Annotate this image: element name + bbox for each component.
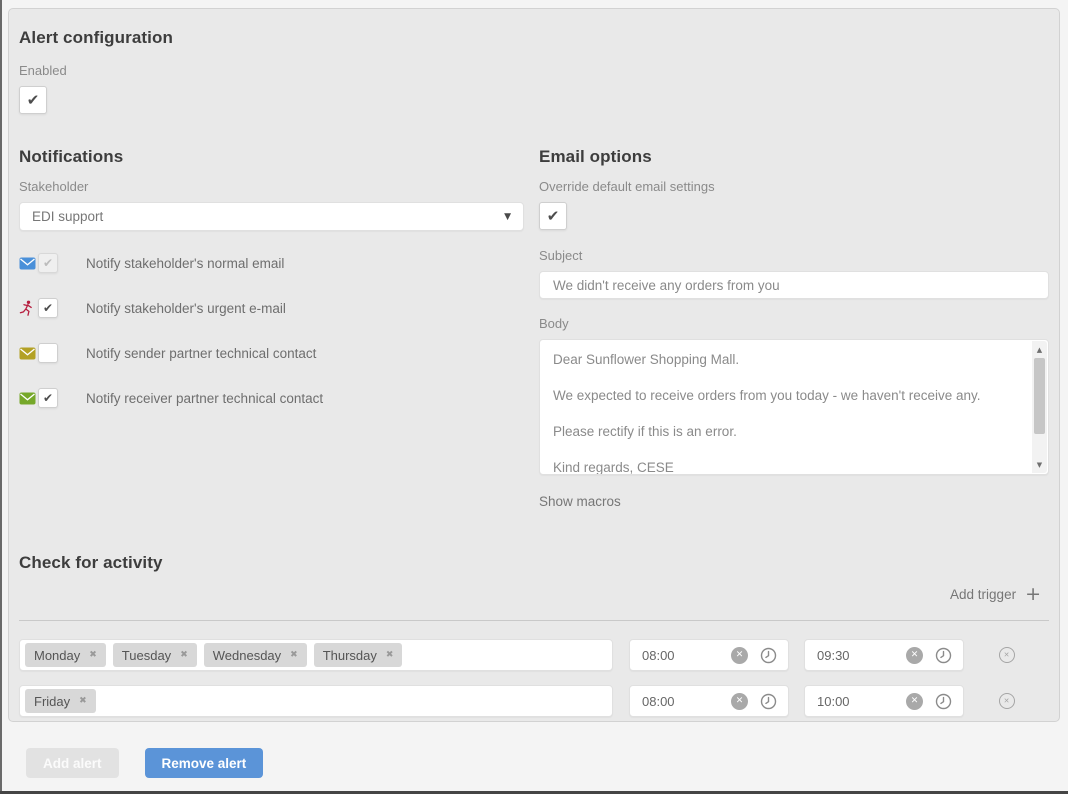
notify-sender-contact-label: Notify sender partner technical contact <box>70 346 316 361</box>
day-chip-label: Monday <box>34 648 80 663</box>
add-trigger-button[interactable]: Add trigger + <box>19 585 1049 604</box>
chip-remove-icon[interactable]: ✖ <box>79 696 87 706</box>
remove-trigger-icon[interactable]: ✕ <box>999 693 1015 709</box>
notify-sender-contact-checkbox[interactable] <box>38 343 58 363</box>
trigger-row: Friday ✖ ✕ ✕ ✕ <box>19 685 1049 717</box>
body-textarea-wrap: Dear Sunflower Shopping Mall. We expecte… <box>539 339 1049 475</box>
chip-remove-icon[interactable]: ✖ <box>386 650 394 660</box>
override-email-checkbox[interactable]: ✔ <box>539 202 567 230</box>
notify-urgent-email-label: Notify stakeholder's urgent e-mail <box>70 301 286 316</box>
notify-receiver-contact-checkbox[interactable]: ✔ <box>38 388 58 408</box>
time-from-field: ✕ <box>629 639 789 671</box>
check-for-activity-title: Check for activity <box>19 553 1049 573</box>
divider <box>19 620 1049 621</box>
clock-icon[interactable] <box>760 647 777 664</box>
notify-sender-contact-row: Notify sender partner technical contact <box>19 343 524 363</box>
chip-remove-icon[interactable]: ✖ <box>180 650 188 660</box>
day-chip: Monday ✖ <box>25 643 106 667</box>
days-multiselect-input[interactable]: Monday ✖ Tuesday ✖ Wednesday ✖ Thursday … <box>19 639 613 671</box>
day-chip: Thursday ✖ <box>314 643 403 667</box>
yellow-envelope-icon <box>19 347 37 360</box>
stakeholder-label: Stakeholder <box>19 179 524 194</box>
chip-remove-icon[interactable]: ✖ <box>290 650 298 660</box>
notifications-section: Notifications Stakeholder EDI support ▼ … <box>19 147 524 511</box>
clock-icon[interactable] <box>935 647 952 664</box>
notify-receiver-contact-label: Notify receiver partner technical contac… <box>70 391 323 406</box>
day-chip-label: Tuesday <box>122 648 171 663</box>
chip-remove-icon[interactable]: ✖ <box>89 650 97 660</box>
add-trigger-label: Add trigger <box>950 587 1016 602</box>
time-from-input[interactable] <box>630 694 716 709</box>
notify-normal-email-label: Notify stakeholder's normal email <box>70 256 284 271</box>
body-scrollbar[interactable]: ▲ ▼ <box>1032 341 1047 473</box>
time-from-input[interactable] <box>630 648 716 663</box>
clear-time-icon[interactable]: ✕ <box>731 693 748 710</box>
enabled-label: Enabled <box>19 63 1049 78</box>
day-chip: Wednesday ✖ <box>204 643 307 667</box>
green-envelope-icon <box>19 392 37 405</box>
clock-icon[interactable] <box>760 693 777 710</box>
notify-normal-email-checkbox[interactable]: ✔ <box>38 253 58 273</box>
day-chip: Tuesday ✖ <box>113 643 197 667</box>
notification-options: ✔ Notify stakeholder's normal email ✔ <box>19 253 524 408</box>
body-textarea[interactable]: Dear Sunflower Shopping Mall. We expecte… <box>540 340 1048 474</box>
trigger-row: Monday ✖ Tuesday ✖ Wednesday ✖ Thursday … <box>19 639 1049 671</box>
chevron-down-icon: ▼ <box>504 212 511 222</box>
checkmark-icon: ✔ <box>43 257 53 269</box>
urgent-runner-icon <box>19 300 37 317</box>
time-to-field: ✕ <box>804 639 964 671</box>
remove-trigger-wrap: ✕ <box>964 647 1049 663</box>
checkmark-icon: ✔ <box>547 209 560 224</box>
clock-icon[interactable] <box>935 693 952 710</box>
remove-trigger-icon[interactable]: ✕ <box>999 647 1015 663</box>
scroll-down-icon[interactable]: ▼ <box>1032 457 1047 472</box>
enabled-checkbox[interactable]: ✔ <box>19 86 47 114</box>
time-from-field: ✕ <box>629 685 789 717</box>
time-to-input[interactable] <box>805 694 891 709</box>
clear-time-icon[interactable]: ✕ <box>906 647 923 664</box>
columns: Notifications Stakeholder EDI support ▼ … <box>19 147 1049 511</box>
override-label: Override default email settings <box>539 179 1049 194</box>
window-edge-left <box>0 0 2 794</box>
day-chip: Friday ✖ <box>25 689 96 713</box>
notifications-title: Notifications <box>19 147 524 167</box>
clear-time-icon[interactable]: ✕ <box>906 693 923 710</box>
remove-trigger-wrap: ✕ <box>964 693 1049 709</box>
stakeholder-selected-value: EDI support <box>32 209 103 224</box>
clear-time-icon[interactable]: ✕ <box>731 647 748 664</box>
email-options-section: Email options Override default email set… <box>539 147 1049 511</box>
day-chip-label: Friday <box>34 694 70 709</box>
checkmark-icon: ✔ <box>43 302 53 314</box>
notify-urgent-email-row: ✔ Notify stakeholder's urgent e-mail <box>19 298 524 318</box>
subject-label: Subject <box>539 248 1049 263</box>
time-to-input[interactable] <box>805 648 891 663</box>
notify-receiver-contact-row: ✔ Notify receiver partner technical cont… <box>19 388 524 408</box>
page-title: Alert configuration <box>19 28 1049 48</box>
day-chip-label: Wednesday <box>213 648 281 663</box>
blue-envelope-icon <box>19 257 37 270</box>
remove-alert-button[interactable]: Remove alert <box>145 748 264 778</box>
footer-actions: Add alert Remove alert <box>26 748 263 778</box>
checkmark-icon: ✔ <box>27 93 40 108</box>
stakeholder-dropdown[interactable]: EDI support ▼ <box>19 202 524 231</box>
days-multiselect-input[interactable]: Friday ✖ <box>19 685 613 717</box>
notify-urgent-email-checkbox[interactable]: ✔ <box>38 298 58 318</box>
scroll-up-icon[interactable]: ▲ <box>1032 342 1047 357</box>
show-macros-link[interactable]: Show macros <box>539 494 621 509</box>
add-alert-button[interactable]: Add alert <box>26 748 119 778</box>
day-chip-label: Thursday <box>323 648 377 663</box>
scrollbar-thumb[interactable] <box>1034 358 1045 434</box>
subject-input[interactable] <box>539 271 1049 299</box>
email-options-title: Email options <box>539 147 1049 167</box>
body-label: Body <box>539 316 1049 331</box>
plus-icon: + <box>1025 585 1041 604</box>
checkmark-icon: ✔ <box>43 392 53 404</box>
time-to-field: ✕ <box>804 685 964 717</box>
notify-normal-email-row: ✔ Notify stakeholder's normal email <box>19 253 524 273</box>
alert-configuration-panel: Alert configuration Enabled ✔ Notificati… <box>8 8 1060 722</box>
